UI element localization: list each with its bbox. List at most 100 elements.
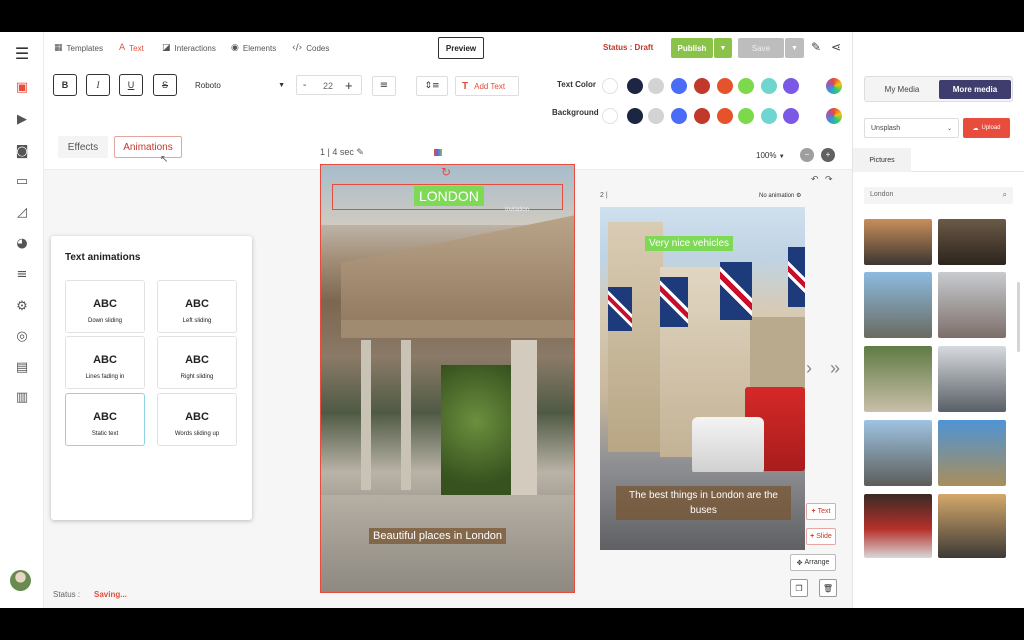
picture-thumb[interactable]: [938, 494, 1006, 558]
search-input[interactable]: London ⌕: [864, 187, 1013, 204]
menu-icon[interactable]: ☰: [12, 44, 32, 64]
slide-2-caption[interactable]: The best things in London are the buses: [616, 486, 791, 520]
source-select[interactable]: Unsplash ⌄: [864, 118, 959, 138]
analytics-icon[interactable]: ◿: [12, 203, 32, 223]
color-wheel-icon[interactable]: [826, 108, 842, 124]
add-text-side-button[interactable]: + Text: [806, 503, 836, 520]
sort-icon[interactable]: ≡: [12, 265, 32, 285]
color-wheel-icon[interactable]: [826, 78, 842, 94]
align-left-icon[interactable]: ≡: [372, 76, 396, 96]
font-size-value[interactable]: 22: [323, 81, 333, 91]
palette-icon[interactable]: ◕: [12, 234, 32, 254]
zoom-in-icon[interactable]: +: [821, 148, 835, 162]
picture-thumb[interactable]: [938, 219, 1006, 265]
book-icon[interactable]: ▥: [12, 388, 32, 408]
preview-button[interactable]: Preview: [438, 37, 484, 59]
animation-card-lines-fading-in[interactable]: ABC Lines fading in: [65, 336, 145, 389]
color-picker-icon[interactable]: [434, 149, 442, 156]
size-minus-button[interactable]: -: [303, 80, 306, 91]
tab-elements[interactable]: ◉ Elements: [231, 43, 276, 53]
tv-icon[interactable]: ▭: [12, 172, 32, 192]
document-icon[interactable]: ▤: [12, 358, 32, 378]
user-avatar[interactable]: [10, 570, 31, 591]
picture-thumb[interactable]: [938, 420, 1006, 486]
background-color-swatch[interactable]: [717, 108, 733, 124]
slide-2-animation[interactable]: No animation ⚙: [759, 192, 801, 199]
effects-tab[interactable]: Effects: [58, 136, 108, 158]
publish-button[interactable]: Publish: [671, 38, 713, 58]
picture-thumb[interactable]: [938, 272, 1006, 338]
underline-button[interactable]: U: [119, 74, 143, 96]
add-slide-button[interactable]: + Slide: [806, 528, 836, 545]
italic-button[interactable]: I: [86, 74, 110, 96]
animation-card-right-sliding[interactable]: ABC Right sliding: [157, 336, 237, 389]
save-button[interactable]: Save: [738, 38, 784, 58]
my-media-tab[interactable]: My Media: [867, 80, 937, 99]
background-color-swatch[interactable]: [671, 108, 687, 124]
text-color-swatch[interactable]: [717, 78, 733, 94]
strikethrough-button[interactable]: S: [153, 74, 177, 96]
rotate-icon[interactable]: ↻: [441, 165, 451, 179]
tab-codes[interactable]: ‹/› Codes: [292, 43, 329, 53]
text-color-swatch[interactable]: [783, 78, 799, 94]
robot-icon[interactable]: ◙: [12, 142, 32, 162]
background-color-swatch[interactable]: [648, 108, 664, 124]
animation-card-words-sliding-up[interactable]: ABC Words sliding up: [157, 393, 237, 446]
zoom-out-icon[interactable]: −: [800, 148, 814, 162]
search-icon[interactable]: ⌕: [1003, 190, 1007, 200]
instagram-icon[interactable]: ◎: [12, 327, 32, 347]
gear-icon[interactable]: ⚙: [796, 192, 801, 199]
background-color-swatch[interactable]: [783, 108, 799, 124]
tab-templates[interactable]: ▦ Templates: [54, 43, 103, 53]
background-color-swatch[interactable]: [694, 108, 710, 124]
slide-2[interactable]: Very nice vehicles The best things in Lo…: [600, 207, 805, 550]
pencil-icon[interactable]: ✎: [356, 148, 364, 158]
slide-1[interactable]: LONDON ↻ Invitation Beautiful places in …: [320, 164, 575, 593]
text-color-swatch[interactable]: [694, 78, 710, 94]
zoom-select[interactable]: 100% ▼: [756, 151, 785, 160]
add-text-button[interactable]: T Add Text: [455, 76, 519, 96]
slide-2-title[interactable]: Very nice vehicles: [645, 236, 734, 251]
play-icon[interactable]: ▶: [12, 110, 32, 130]
picture-thumb[interactable]: [864, 219, 932, 265]
edit-icon[interactable]: ✎: [811, 40, 821, 54]
film-icon[interactable]: ▣: [12, 78, 32, 98]
background-color-swatch[interactable]: [738, 108, 754, 124]
slide-1-info[interactable]: 1 | 4 sec ✎: [320, 147, 364, 158]
scrollbar[interactable]: [1017, 282, 1020, 352]
size-plus-button[interactable]: +: [345, 78, 353, 93]
animation-card-down-sliding[interactable]: ABC Down sliding: [65, 280, 145, 333]
text-color-swatch[interactable]: [602, 78, 618, 94]
upload-button[interactable]: ☁ Upload: [963, 118, 1010, 138]
animations-tab[interactable]: Animations: [114, 136, 182, 158]
arrange-button[interactable]: ✥ Arrange: [790, 554, 836, 571]
text-color-swatch[interactable]: [671, 78, 687, 94]
publish-dropdown-icon[interactable]: ▼: [714, 38, 732, 58]
text-color-swatch[interactable]: [627, 78, 643, 94]
animation-card-left-sliding[interactable]: ABC Left sliding: [157, 280, 237, 333]
background-color-swatch[interactable]: [761, 108, 777, 124]
share-icon[interactable]: ⋖: [831, 40, 841, 54]
slide-1-title[interactable]: LONDON: [414, 186, 484, 206]
pictures-tab[interactable]: Pictures: [853, 148, 911, 172]
text-color-swatch[interactable]: [761, 78, 777, 94]
picture-thumb[interactable]: [864, 346, 932, 412]
picture-thumb[interactable]: [864, 494, 932, 558]
undo-icon[interactable]: ↶: [811, 175, 819, 185]
background-color-swatch[interactable]: [602, 108, 618, 124]
text-color-swatch[interactable]: [738, 78, 754, 94]
slide-1-caption[interactable]: Beautiful places in London: [369, 528, 507, 544]
picture-thumb[interactable]: [864, 420, 932, 486]
redo-icon[interactable]: ↷: [825, 175, 833, 185]
text-color-swatch[interactable]: [648, 78, 664, 94]
next-slide-icon[interactable]: ›: [806, 358, 812, 379]
more-media-tab[interactable]: More media: [939, 80, 1011, 99]
gear-icon[interactable]: ⚙: [12, 297, 32, 317]
font-family-select[interactable]: Roboto ▼: [195, 81, 285, 90]
trash-icon[interactable]: 🗑: [819, 579, 837, 597]
duplicate-icon[interactable]: ❐: [790, 579, 808, 597]
last-slide-icon[interactable]: »: [830, 358, 840, 379]
animation-card-static-text[interactable]: ABC Static text: [65, 393, 145, 446]
picture-thumb[interactable]: [938, 346, 1006, 412]
tab-interactions[interactable]: ◪ Interactions: [162, 43, 216, 53]
